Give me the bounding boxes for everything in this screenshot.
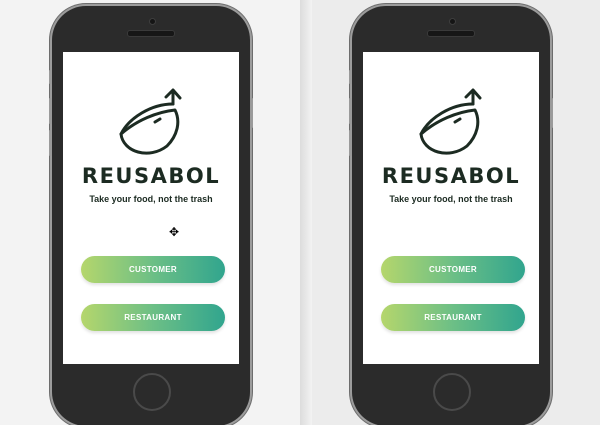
silent-switch (49, 70, 52, 84)
volume-up-button (349, 98, 352, 124)
move-cursor-icon: ✥ (169, 225, 180, 239)
power-button (550, 98, 553, 128)
volume-up-button (49, 98, 52, 124)
volume-down-button (349, 130, 352, 156)
volume-down-button (49, 130, 52, 156)
tagline: Take your food, not the trash (89, 194, 213, 204)
panel-divider (300, 0, 312, 425)
phone-right: REUSABOL Take your food, not the trash C… (349, 6, 553, 425)
app-screen: REUSABOL Take your food, not the trash C… (363, 52, 539, 364)
restaurant-button[interactable]: RESTAURANT (381, 304, 525, 331)
tagline: Take your food, not the trash (389, 194, 513, 204)
front-camera (149, 18, 156, 25)
power-button (250, 98, 253, 128)
earpiece-speaker (127, 30, 175, 37)
silent-switch (349, 70, 352, 84)
restaurant-button[interactable]: RESTAURANT (81, 304, 225, 331)
home-button[interactable] (133, 373, 171, 411)
front-camera (449, 18, 456, 25)
bowl-with-arrow-icon (119, 88, 182, 155)
brand-title: REUSABOL (81, 164, 221, 188)
phone-left: REUSABOL Take your food, not the trash C… (49, 6, 253, 425)
bowl-with-arrow-icon (419, 88, 482, 155)
earpiece-speaker (427, 30, 475, 37)
customer-button[interactable]: CUSTOMER (81, 256, 225, 283)
home-button[interactable] (433, 373, 471, 411)
customer-button[interactable]: CUSTOMER (381, 256, 525, 283)
brand-title: REUSABOL (381, 164, 521, 188)
app-screen: REUSABOL Take your food, not the trash C… (63, 52, 239, 364)
comparison-stage: REUSABOL Take your food, not the trash C… (0, 0, 600, 425)
